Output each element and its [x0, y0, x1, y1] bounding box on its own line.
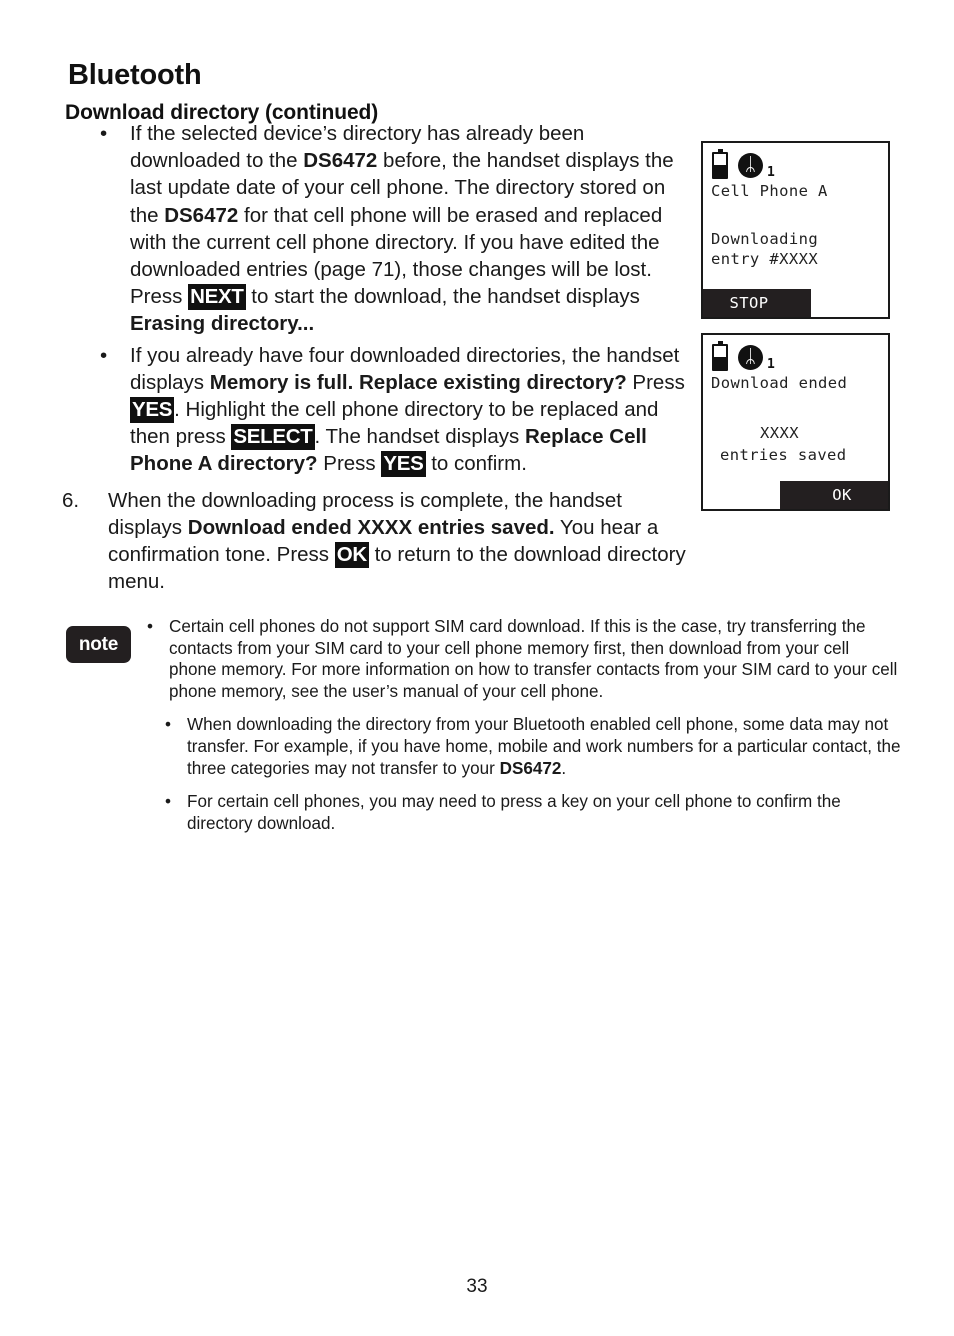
note-badge: note: [66, 626, 131, 663]
step-text: When the downloading process is complete…: [108, 488, 686, 594]
main-body-column: • If the selected device’s directory has…: [62, 120, 692, 595]
numbered-step: 6. When the downloading process is compl…: [62, 487, 692, 596]
bullet-text: If the selected device’s directory has a…: [130, 122, 674, 336]
bullet-item: • If the selected device’s directory has…: [62, 120, 692, 338]
note-list: • Certain cell phones do not support SIM…: [141, 616, 901, 846]
lcd-status-bar: ᛦ 1: [712, 148, 775, 181]
keycap-next: NEXT: [188, 284, 246, 311]
softkey-ok[interactable]: OK: [780, 481, 888, 509]
note-item: • Certain cell phones do not support SIM…: [141, 616, 901, 702]
lcd-body-line: Downloading: [711, 230, 819, 248]
bold-run: DS6472: [499, 758, 562, 778]
bold-run: Erasing directory...: [130, 312, 315, 336]
manual-page: Bluetooth Download directory (continued)…: [0, 0, 954, 1336]
bluetooth-icon: ᛦ: [738, 152, 763, 178]
lcd-title-line: Download ended: [711, 374, 848, 392]
chapter-title: Bluetooth: [68, 59, 202, 92]
bluetooth-device-number: 1: [767, 357, 775, 372]
page-number: 33: [466, 1276, 488, 1297]
note-bullet-marker: •: [165, 715, 171, 735]
keycap-yes: YES: [381, 451, 426, 478]
bullet-text: If you already have four downloaded dire…: [130, 343, 685, 478]
note-bullet-marker: •: [147, 617, 153, 636]
bluetooth-glyph: ᛦ: [744, 345, 757, 368]
note-item: • When downloading the directory from yo…: [141, 714, 901, 779]
note-item: • For certain cell phones, you may need …: [141, 791, 901, 834]
bullet-marker: •: [100, 122, 108, 145]
bluetooth-icon: ᛦ: [738, 344, 763, 370]
bullet-marker: •: [100, 343, 108, 367]
bold-run: Memory is full. Replace existing directo…: [209, 370, 627, 394]
note-text: For certain cell phones, you may need to…: [187, 792, 841, 833]
bold-run: DS6472: [303, 149, 378, 173]
battery-icon: [712, 340, 728, 371]
note-text: When downloading the directory from your…: [187, 715, 901, 778]
lcd-title-line: Cell Phone A: [711, 182, 828, 200]
keycap-ok: OK: [334, 542, 369, 569]
softkey-stop[interactable]: STOP: [703, 289, 811, 317]
bluetooth-device-number: 1: [767, 165, 775, 180]
note-text: Certain cell phones do not support SIM c…: [169, 617, 898, 701]
lcd-status-bar: ᛦ 1: [712, 340, 775, 373]
lcd-screen-download-ended: ᛦ 1 Download ended XXXX entries saved OK: [701, 333, 890, 511]
lcd-body-line: entries saved: [720, 446, 847, 464]
lcd-body-line: XXXX: [760, 424, 799, 442]
keycap-yes: YES: [130, 397, 175, 424]
step-number: 6.: [62, 488, 80, 512]
lcd-body-line: entry #XXXX: [711, 250, 819, 268]
note-bullet-marker: •: [165, 792, 171, 812]
bold-run: Download ended XXXX entries saved.: [187, 515, 555, 539]
battery-icon: [712, 148, 728, 179]
bluetooth-glyph: ᛦ: [744, 153, 757, 176]
bold-run: DS6472: [164, 203, 239, 227]
keycap-select: SELECT: [231, 424, 315, 451]
lcd-screen-downloading: ᛦ 1 Cell Phone A Downloading entry #XXXX…: [701, 141, 890, 319]
bullet-item: • If you already have four downloaded di…: [62, 342, 692, 478]
